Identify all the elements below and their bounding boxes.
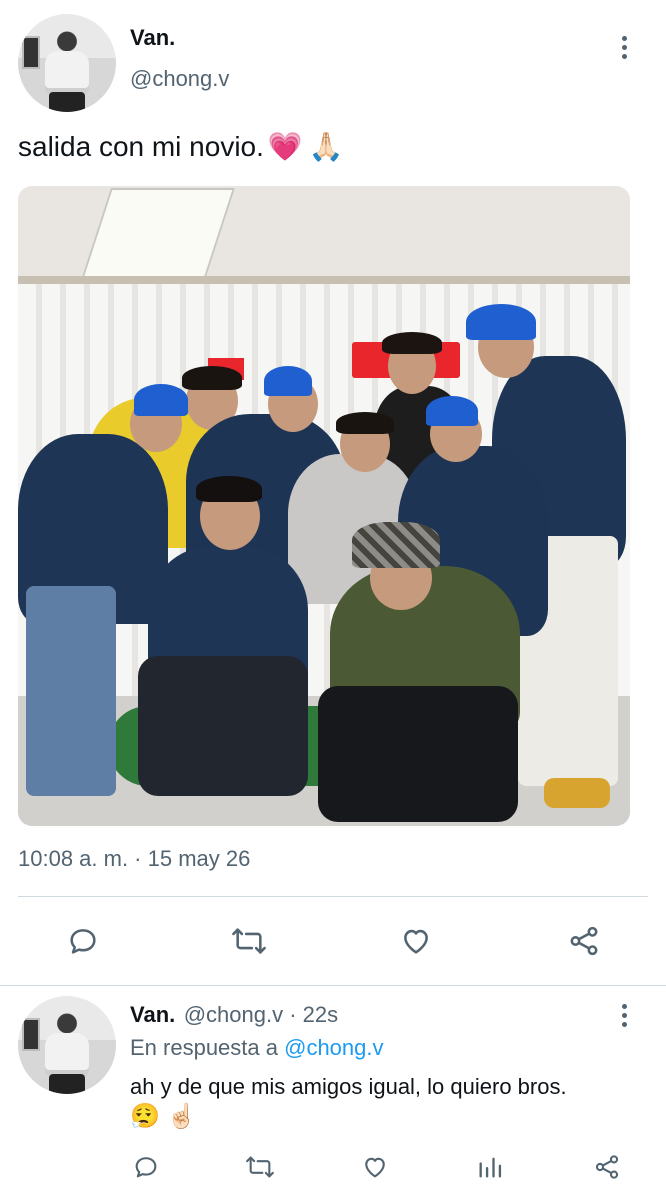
reply-context: En respuesta a @chong.v bbox=[130, 1035, 384, 1061]
divider-bottom bbox=[0, 985, 666, 986]
reply-retweet-icon[interactable] bbox=[244, 1153, 276, 1181]
divider-top bbox=[18, 896, 648, 897]
more-icon[interactable] bbox=[622, 36, 627, 59]
pants-front-left bbox=[138, 656, 308, 796]
author-avatar[interactable] bbox=[18, 14, 116, 112]
ceiling-beam bbox=[18, 276, 630, 284]
pray-emoji: 🙏🏻 bbox=[308, 131, 344, 162]
point-up-emoji: ☝🏻 bbox=[166, 1103, 197, 1130]
shoes-right bbox=[544, 778, 610, 808]
tweet-photo[interactable] bbox=[18, 186, 630, 826]
bucket-hat bbox=[352, 522, 440, 568]
heart-emoji: 💗 bbox=[267, 131, 303, 162]
reply-avatar[interactable] bbox=[18, 996, 116, 1094]
reply-share-icon[interactable] bbox=[592, 1153, 622, 1181]
hair-grey-hoodie bbox=[336, 412, 394, 434]
views-icon[interactable] bbox=[476, 1153, 504, 1181]
reply-author-name[interactable]: Van. bbox=[130, 1002, 175, 1027]
hair-back-center bbox=[382, 332, 442, 354]
exhale-emoji: 😮‍💨 bbox=[130, 1103, 160, 1130]
cap-center bbox=[264, 366, 312, 396]
reply-meta[interactable]: @chong.v · 22s bbox=[184, 1002, 338, 1027]
reply-reply-icon[interactable] bbox=[132, 1153, 160, 1181]
retweet-icon[interactable] bbox=[230, 924, 268, 958]
author-name[interactable]: Van. bbox=[130, 25, 175, 51]
reply-more-icon[interactable] bbox=[622, 1004, 627, 1027]
reply-text: ah y de que mis amigos igual, lo quiero … bbox=[130, 1074, 567, 1099]
reply-header: Van. @chong.v · 22s bbox=[130, 1002, 338, 1028]
tweet-body: salida con mi novio. bbox=[18, 131, 264, 162]
heart-icon[interactable] bbox=[398, 924, 434, 958]
cap-left bbox=[134, 384, 188, 416]
reply-icon[interactable] bbox=[66, 924, 100, 958]
share-icon[interactable] bbox=[566, 924, 602, 958]
pants-front-right bbox=[318, 686, 518, 822]
cap-right bbox=[426, 396, 478, 426]
tweet-text: salida con mi novio. 💗 🙏🏻 bbox=[18, 130, 344, 163]
cap-back-right bbox=[466, 304, 536, 340]
replying-prefix: En respuesta a bbox=[130, 1035, 278, 1060]
reply-emojis: 😮‍💨 ☝🏻 bbox=[130, 1102, 196, 1131]
replying-to-link[interactable]: @chong.v bbox=[284, 1035, 383, 1060]
hair-front-left bbox=[196, 476, 262, 502]
hair-yellow bbox=[182, 366, 242, 390]
author-handle[interactable]: @chong.v bbox=[130, 66, 229, 92]
tweet-timestamp[interactable]: 10:08 a. m. · 15 may 26 bbox=[18, 846, 250, 872]
reply-heart-icon[interactable] bbox=[360, 1153, 390, 1181]
jeans-left bbox=[26, 586, 116, 796]
